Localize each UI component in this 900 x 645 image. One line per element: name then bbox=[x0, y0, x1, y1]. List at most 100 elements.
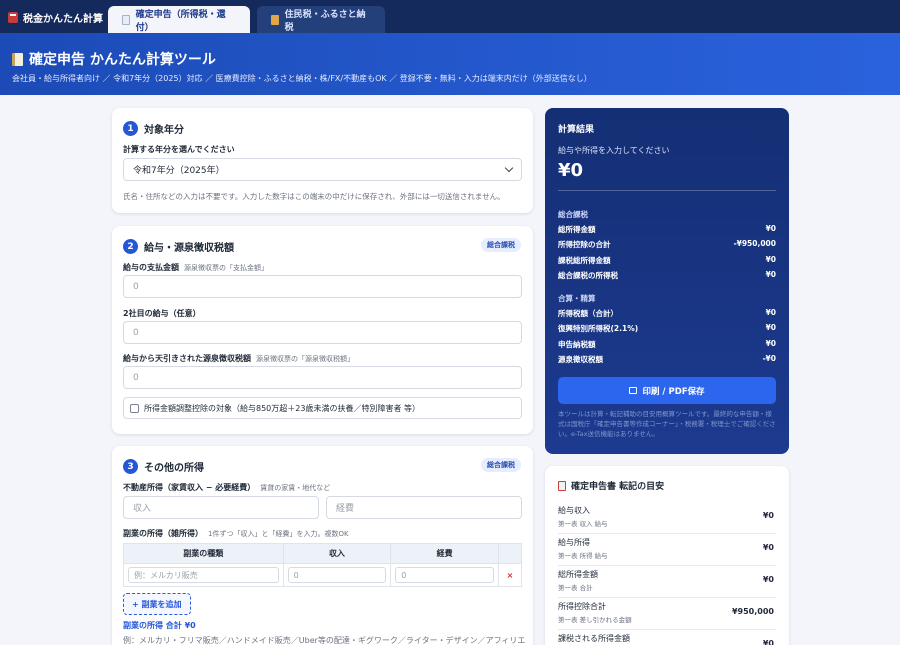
realestate-income-input[interactable]: 収入 bbox=[123, 496, 319, 519]
transcription-guide: 確定申告書 転記の目安 給与収入 第一表 収入 給与 ¥0 給与所得 第一表 所… bbox=[545, 466, 789, 645]
result-row-label: 所得税額（合計） bbox=[558, 309, 618, 318]
step-number: 3 bbox=[123, 459, 138, 474]
house-icon bbox=[271, 14, 279, 25]
result-row: 所得控除の合計 -¥950,000 bbox=[558, 239, 776, 250]
result-row: 復興特別所得税(2.1%) ¥0 bbox=[558, 323, 776, 334]
salary-hint: 源泉徴収票の「支払金額」 bbox=[184, 264, 268, 272]
table-row: 例：メルカリ販売 0 0 × bbox=[123, 563, 522, 587]
section-heading: 1 対象年分 bbox=[123, 121, 184, 136]
step-number: 2 bbox=[123, 239, 138, 254]
result-row-label: 所得控除の合計 bbox=[558, 240, 611, 249]
status-badge: 総合課税 bbox=[481, 458, 521, 472]
side-type-input[interactable]: 例：メルカリ販売 bbox=[128, 567, 279, 583]
print-button[interactable]: 印刷 / PDF保存 bbox=[558, 377, 776, 404]
result-row: 申告納税額 ¥0 bbox=[558, 339, 776, 350]
guide-title: 確定申告書 転記の目安 bbox=[558, 479, 664, 492]
document-icon bbox=[122, 14, 130, 25]
side-expense-input[interactable]: 0 bbox=[395, 567, 495, 583]
second-salary-input[interactable]: 0 bbox=[123, 321, 522, 344]
guide-row-label: 総所得金額 bbox=[558, 570, 598, 579]
second-salary-label: 2社目の給与（任意） bbox=[123, 309, 201, 318]
side-income-input[interactable]: 0 bbox=[287, 567, 387, 583]
salary-input[interactable]: 0 bbox=[123, 275, 522, 298]
notebook-icon bbox=[12, 52, 23, 66]
result-panel: 計算結果 給与や所得を入力してください ¥0 総合課税 総所得金額 ¥0 所得控除… bbox=[545, 108, 789, 454]
adjustment-checkbox[interactable] bbox=[130, 403, 139, 413]
hero-banner: 確定申告 かんたん計算ツール 会社員・給与所得者向け ／ 令和7年分（2025）… bbox=[0, 33, 900, 95]
section-salary: 2 給与・源泉徴収税額 総合課税 給与の支払金額 源泉徴収票の「支払金額」 0 2… bbox=[112, 226, 533, 434]
result-row-label: 復興特別所得税(2.1%) bbox=[558, 324, 639, 333]
result-row-value: -¥0 bbox=[762, 354, 776, 363]
guide-row-sub: 第一表 差し引かれる金額 bbox=[558, 616, 632, 624]
printer-icon bbox=[629, 387, 638, 394]
salary-label: 給与の支払金額 源泉徴収票の「支払金額」 bbox=[123, 262, 268, 273]
realestate-label-text: 不動産所得（家賃収入 − 必要経費） bbox=[123, 483, 256, 492]
status-badge: 総合課税 bbox=[481, 238, 521, 252]
guide-row-value: ¥0 bbox=[762, 543, 774, 552]
side-income-hint: 1件ずつ「収入」と「経費」を入力。複数OK bbox=[208, 530, 349, 538]
result-row: 所得税額（合計） ¥0 bbox=[558, 308, 776, 319]
chevron-down-icon bbox=[504, 163, 514, 173]
tab-resident-tax[interactable]: 住民税・ふるさと納税 bbox=[257, 6, 385, 33]
delete-row-button[interactable]: × bbox=[498, 563, 522, 587]
brand[interactable]: 税金かんたん計算 bbox=[8, 10, 103, 25]
guide-row: 給与収入 第一表 収入 給与 ¥0 bbox=[558, 502, 776, 534]
result-row: 源泉徴収税額 -¥0 bbox=[558, 354, 776, 365]
guide-row-label: 所得控除合計 bbox=[558, 602, 606, 611]
result-row-value: ¥0 bbox=[765, 339, 776, 348]
result-row-label: 総合課税の所得税 bbox=[558, 271, 618, 280]
section-heading: 2 給与・源泉徴収税額 bbox=[123, 239, 234, 254]
year-select[interactable]: 令和7年分（2025年） bbox=[123, 158, 522, 181]
guide-row-label: 課税される所得金額 bbox=[558, 634, 630, 643]
calculator-icon bbox=[8, 12, 18, 23]
step-number: 1 bbox=[123, 121, 138, 136]
guide-title-text: 確定申告書 転記の目安 bbox=[571, 482, 665, 492]
result-row-value: ¥0 bbox=[765, 323, 776, 332]
guide-row-label: 給与所得 bbox=[558, 538, 590, 547]
result-row: 総所得金額 ¥0 bbox=[558, 224, 776, 235]
side-income-label-text: 副業の所得（雑所得） bbox=[123, 529, 203, 538]
side-income-total: 副業の所得 合計 ¥0 bbox=[123, 621, 196, 630]
result-row: 課税総所得金額 ¥0 bbox=[558, 255, 776, 266]
section-title: 給与・源泉徴収税額 bbox=[144, 243, 234, 254]
section-year: 1 対象年分 計算する年分を選んでください 令和7年分（2025年） 氏名・住所… bbox=[112, 108, 533, 213]
add-side-income-button[interactable]: + 副業を追加 bbox=[123, 593, 191, 615]
result-row-value: -¥950,000 bbox=[733, 239, 777, 248]
result-prompt: 給与や所得を入力してください bbox=[558, 146, 670, 155]
result-row-value: ¥0 bbox=[765, 224, 776, 233]
table-header-row: 副業の種類 収入 経費 bbox=[123, 543, 522, 564]
column-header: 経費 bbox=[390, 543, 500, 564]
side-income-label: 副業の所得（雑所得） 1件ずつ「収入」と「経費」を入力。複数OK bbox=[123, 528, 349, 539]
guide-row-value: ¥0 bbox=[762, 511, 774, 520]
section-heading: 3 その他の所得 bbox=[123, 459, 204, 474]
tab-label: 住民税・ふるさと納税 bbox=[284, 9, 366, 33]
guide-row: 所得控除合計 第一表 差し引かれる金額 ¥950,000 bbox=[558, 598, 776, 630]
guide-row-value: ¥0 bbox=[762, 575, 774, 584]
year-label: 計算する年分を選んでください bbox=[123, 145, 235, 154]
year-select-value: 令和7年分（2025年） bbox=[133, 166, 225, 176]
side-income-examples: 例：メルカリ・フリマ販売／ハンドメイド販売／Uber等の配達・ギグワーク／ライタ… bbox=[123, 636, 526, 645]
result-row-label: 課税総所得金額 bbox=[558, 256, 611, 265]
result-row-label: 源泉徴収税額 bbox=[558, 355, 603, 364]
result-amount: ¥0 bbox=[558, 160, 584, 181]
salary-label-text: 給与の支払金額 bbox=[123, 263, 179, 272]
top-nav: 税金かんたん計算 確定申告（所得税・還付） 住民税・ふるさと納税 bbox=[0, 0, 900, 33]
guide-row: 給与所得 第一表 所得 給与 ¥0 bbox=[558, 534, 776, 566]
realestate-expense-input[interactable]: 経費 bbox=[326, 496, 522, 519]
tab-income-tax[interactable]: 確定申告（所得税・還付） bbox=[108, 6, 250, 33]
realestate-label: 不動産所得（家賃収入 − 必要経費） 賃貸の家賃・地代など bbox=[123, 482, 330, 493]
result-row-value: ¥0 bbox=[765, 308, 776, 317]
withheld-label-text: 給与から天引きされた源泉徴収税額 bbox=[123, 354, 251, 363]
guide-row-sub: 第一表 所得 給与 bbox=[558, 552, 608, 560]
result-row-label: 申告納税額 bbox=[558, 340, 596, 349]
page-title-text: 確定申告 かんたん計算ツール bbox=[29, 52, 216, 68]
clipboard-icon bbox=[558, 480, 566, 491]
result-footnote: 本ツールは計算・転記補助の目安用概算ツールです。最終的な申告額・様式は国税庁「確… bbox=[558, 410, 776, 438]
adjustment-checkbox-row[interactable]: 所得金額調整控除の対象（給与850万超＋23歳未満の扶養／特別障害者 等） bbox=[123, 397, 522, 419]
guide-row-value: ¥0 bbox=[762, 639, 774, 645]
result-heading: 計算結果 bbox=[558, 125, 595, 135]
guide-row: 総所得金額 第一表 合計 ¥0 bbox=[558, 566, 776, 598]
tab-label: 確定申告（所得税・還付） bbox=[135, 9, 226, 33]
withheld-input[interactable]: 0 bbox=[123, 366, 522, 389]
guide-row-sub: 第一表 収入 給与 bbox=[558, 520, 608, 528]
